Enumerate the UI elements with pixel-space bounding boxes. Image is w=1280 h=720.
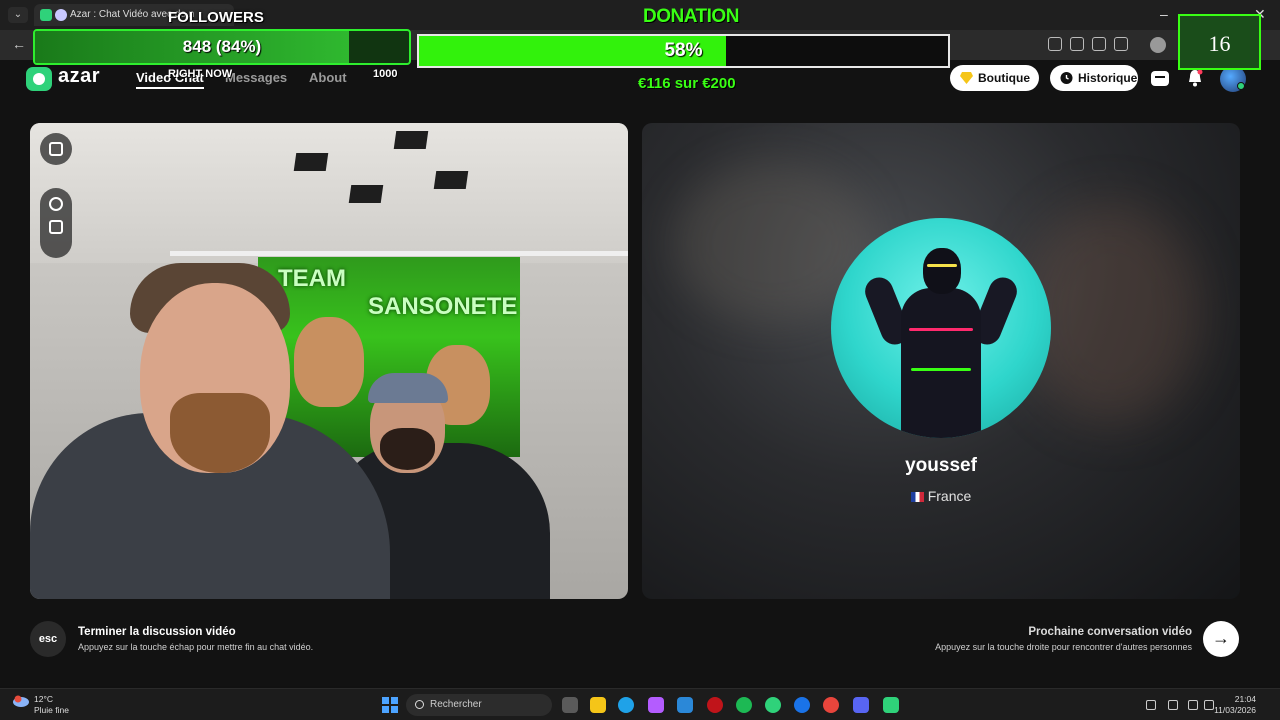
minimize-video-button[interactable]	[40, 133, 72, 165]
followers-goal-value: 1000	[373, 68, 398, 80]
next-chat-title: Prochaine conversation vidéo	[1028, 626, 1192, 638]
end-chat-hint: Appuyez sur la touche échap pour mettre …	[78, 642, 314, 652]
volume-icon[interactable]	[1204, 700, 1214, 710]
avatar-neon-stripe	[927, 264, 957, 267]
arrow-right-icon: →	[1212, 628, 1230, 648]
avatar-head	[923, 248, 961, 294]
azar-logo-text[interactable]: azar	[58, 65, 100, 88]
tray-overflow-icon[interactable]	[1126, 700, 1136, 710]
rain-cloud-icon[interactable]	[12, 695, 30, 711]
next-chat-button[interactable]: →	[1203, 621, 1239, 657]
clock-date[interactable]: 11/03/2026	[1214, 705, 1256, 715]
diamond-icon	[960, 72, 973, 84]
browser-profile-avatar[interactable]	[1150, 37, 1166, 53]
notification-bell-icon[interactable]	[1185, 68, 1205, 88]
face-filter-icon[interactable]	[49, 220, 63, 234]
app-c-icon[interactable]	[794, 697, 810, 713]
followers-right-now-label: RIGHT NOW	[168, 68, 233, 80]
collapse-icon	[49, 142, 63, 156]
windows-taskbar: 12°C Pluie fine Rechercher 21:04 11/03/2…	[0, 688, 1280, 720]
tab-list-button[interactable]: ⌄	[8, 7, 28, 23]
minimize-icon[interactable]: –	[1160, 6, 1168, 22]
donation-percent: 58%	[664, 40, 703, 61]
donation-goal-title: DONATION	[643, 6, 739, 27]
windows-start-icon[interactable]	[382, 697, 398, 713]
clock-time[interactable]: 21:04	[1235, 694, 1256, 704]
next-chat-hint: Appuyez sur la touche droite pour rencon…	[935, 642, 1192, 652]
azar-favicon-icon	[40, 9, 52, 21]
ceiling-panel	[393, 131, 429, 149]
discord-icon[interactable]	[853, 697, 869, 713]
remote-video-feed: youssef France	[642, 123, 1240, 599]
open-in-app-icon[interactable]	[1070, 37, 1084, 51]
taskbar-search-input[interactable]: Rechercher	[406, 694, 552, 716]
avatar-neon-stripe	[909, 328, 973, 331]
azar-app-icon[interactable]	[883, 697, 899, 713]
spotify-icon[interactable]	[736, 697, 752, 713]
webcam-person-front	[30, 263, 390, 599]
store-icon[interactable]	[677, 697, 693, 713]
nav-messages[interactable]: Messages	[225, 70, 287, 85]
stream-counter: 16	[1178, 14, 1261, 70]
history-button[interactable]: Historique	[1050, 65, 1138, 91]
inbox-icon[interactable]	[1150, 68, 1170, 88]
copilot-icon[interactable]	[648, 697, 664, 713]
france-flag-icon	[910, 492, 924, 502]
weather-temperature[interactable]: 12°C	[34, 694, 53, 704]
favorite-star-icon[interactable]	[1092, 37, 1106, 51]
donation-amount: €116 sur €200	[638, 75, 736, 92]
shop-button[interactable]: Boutique	[950, 65, 1039, 91]
person-beard	[170, 393, 270, 473]
mural-text-line2: SANSONETE	[368, 293, 518, 320]
avatar-neon-stripe	[911, 368, 971, 371]
ceiling-panel	[293, 153, 329, 171]
whatsapp-icon[interactable]	[765, 697, 781, 713]
donation-progress-bar: 58%	[417, 34, 950, 68]
history-label: Historique	[1078, 71, 1138, 85]
app-red-icon[interactable]	[707, 697, 723, 713]
avatar-body	[901, 288, 981, 438]
ceiling-panel	[348, 185, 384, 203]
nav-about[interactable]: About	[309, 70, 347, 85]
task-view-icon[interactable]	[562, 697, 578, 713]
address-bar-actions	[1048, 37, 1128, 51]
weather-description[interactable]: Pluie fine	[34, 705, 69, 715]
end-chat-title: Terminer la discussion vidéo	[78, 626, 236, 638]
back-arrow-icon[interactable]: ←	[12, 36, 26, 52]
remote-user-name: youssef	[905, 455, 977, 476]
azar-page: azar Video Chat Messages About Boutique …	[0, 60, 1280, 686]
tray-app-icon[interactable]	[1146, 700, 1156, 710]
followers-progress-bar: 848 (84%)	[33, 29, 411, 65]
webcam-ceiling	[30, 123, 628, 263]
azar-logo-icon[interactable]	[26, 67, 52, 91]
network-icon[interactable]	[1188, 700, 1198, 710]
remote-user-avatar	[831, 218, 1051, 438]
tab-secondary-icon	[55, 9, 67, 21]
file-explorer-icon[interactable]	[590, 697, 606, 713]
microphone-icon[interactable]	[1168, 700, 1178, 710]
effects-toolbar	[40, 188, 72, 258]
local-video-feed: TEAM SANSONETE	[30, 123, 628, 599]
ceiling-panel	[433, 171, 469, 189]
extension-icon[interactable]	[1048, 37, 1062, 51]
nav-active-underline	[136, 87, 204, 89]
chrome-icon[interactable]	[823, 697, 839, 713]
magic-wand-icon[interactable]	[49, 197, 63, 211]
country-label: France	[927, 488, 972, 504]
remote-user-country: France	[642, 488, 1240, 504]
followers-count: 848 (84%)	[182, 37, 262, 56]
online-status-dot	[1237, 82, 1245, 90]
clock-icon	[1060, 72, 1073, 84]
ceiling-pipe	[170, 251, 628, 256]
followers-goal-title: FOLLOWERS	[168, 9, 264, 26]
edge-browser-icon[interactable]	[618, 697, 634, 713]
end-chat-button[interactable]: esc	[30, 621, 66, 657]
media-icon[interactable]	[1114, 37, 1128, 51]
shop-label: Boutique	[978, 71, 1030, 85]
